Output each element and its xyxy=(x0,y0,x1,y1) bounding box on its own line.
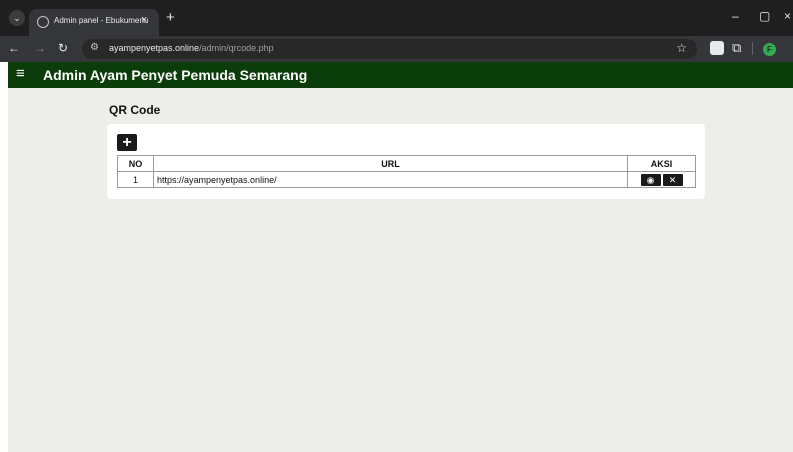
forward-icon[interactable]: → xyxy=(34,41,46,55)
extension-icon[interactable] xyxy=(710,41,724,55)
url-path: /admin/qrcode.php xyxy=(199,43,274,53)
minimize-icon[interactable]: – xyxy=(732,9,739,23)
reload-icon[interactable]: ↻ xyxy=(58,41,68,55)
globe-icon xyxy=(37,16,49,28)
address-bar[interactable]: ⚙ ayampenyetpas.online/admin/qrcode.php … xyxy=(82,39,697,59)
profile-avatar[interactable]: F xyxy=(763,43,776,56)
column-header-aksi: AKSI xyxy=(627,155,696,172)
bookmark-star-icon[interactable]: ☆ xyxy=(676,41,687,55)
close-window-icon[interactable]: × xyxy=(784,9,791,23)
back-icon[interactable]: ← xyxy=(8,41,20,55)
browser-tabbar: ⌄ Admin panel - Ebukumenu × + – ▢ × xyxy=(0,0,793,36)
page-title: QR Code xyxy=(109,103,161,117)
browser-tab[interactable]: Admin panel - Ebukumenu × xyxy=(29,9,159,36)
toolbar-divider xyxy=(752,42,753,55)
add-qr-button[interactable]: + xyxy=(117,134,137,151)
row-actions: ◉ ✕ xyxy=(627,171,696,188)
table-row: 1 https://ayampenyetpas.online/ ◉ ✕ xyxy=(117,171,696,188)
menu-icon[interactable]: ≡ xyxy=(16,66,25,82)
tab-close-icon[interactable]: × xyxy=(141,14,147,26)
tab-search-icon[interactable]: ⌄ xyxy=(9,10,25,26)
view-eye-icon[interactable]: ◉ xyxy=(640,173,661,186)
table-header-row: NO URL AKSI xyxy=(117,155,696,172)
url-text: ayampenyetpas.online/admin/qrcode.php xyxy=(109,43,274,53)
page-left-edge xyxy=(0,62,8,452)
delete-x-icon[interactable]: ✕ xyxy=(662,173,683,186)
row-no: 1 xyxy=(117,171,154,188)
url-host: ayampenyetpas.online xyxy=(109,43,200,53)
tab-title: Admin panel - Ebukumenu xyxy=(54,16,149,25)
qr-table: NO URL AKSI 1 https://ayampenyetpas.onli… xyxy=(117,155,696,188)
app-title: Admin Ayam Penyet Pemuda Semarang xyxy=(43,67,308,83)
page-body xyxy=(0,62,793,452)
maximize-icon[interactable]: ▢ xyxy=(759,9,770,23)
extensions-puzzle-icon[interactable]: ⧉ xyxy=(732,40,746,55)
column-header-no: NO xyxy=(117,155,154,172)
site-settings-icon[interactable]: ⚙ xyxy=(90,42,99,53)
new-tab-icon[interactable]: + xyxy=(166,9,175,26)
app-header: ≡ Admin Ayam Penyet Pemuda Semarang xyxy=(8,62,793,88)
column-header-url: URL xyxy=(153,155,628,172)
row-url: https://ayampenyetpas.online/ xyxy=(153,171,628,188)
browser-toolbar: ← → ↻ ⚙ ayampenyetpas.online/admin/qrcod… xyxy=(0,36,793,62)
